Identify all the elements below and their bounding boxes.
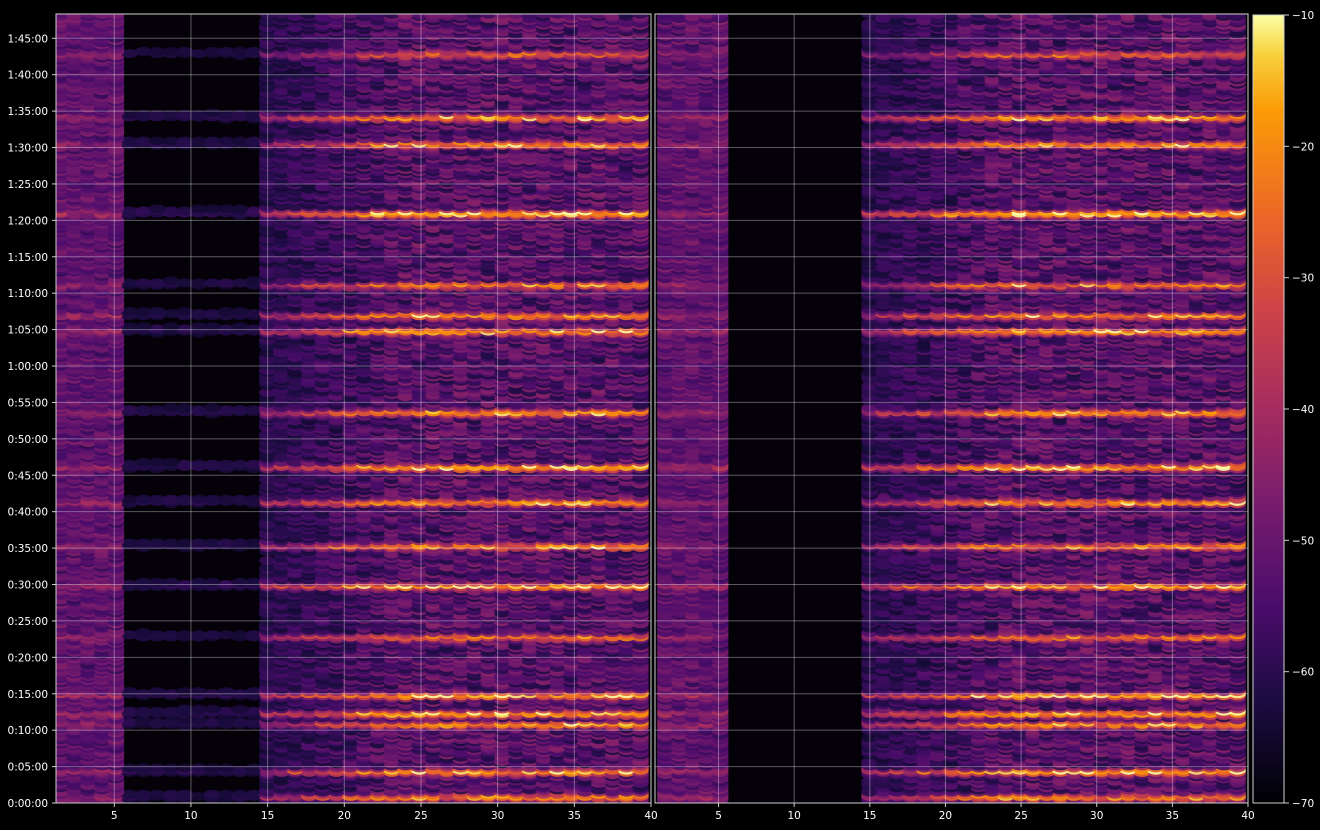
spectrogram-cell [134,628,152,638]
spectrogram-cell [217,687,235,697]
spectrogram-chart: 0:00:000:05:000:10:000:15:000:20:000:25:… [8,10,1315,822]
spectrogram-cell [148,687,166,697]
spectrogram-cell [190,687,208,697]
spectrogram-cell [231,704,249,714]
spectrogram-cell [217,763,235,773]
spectrogram-cell [162,577,180,587]
spectrogram-cell [203,704,221,714]
spectrogram-cell [203,577,221,587]
